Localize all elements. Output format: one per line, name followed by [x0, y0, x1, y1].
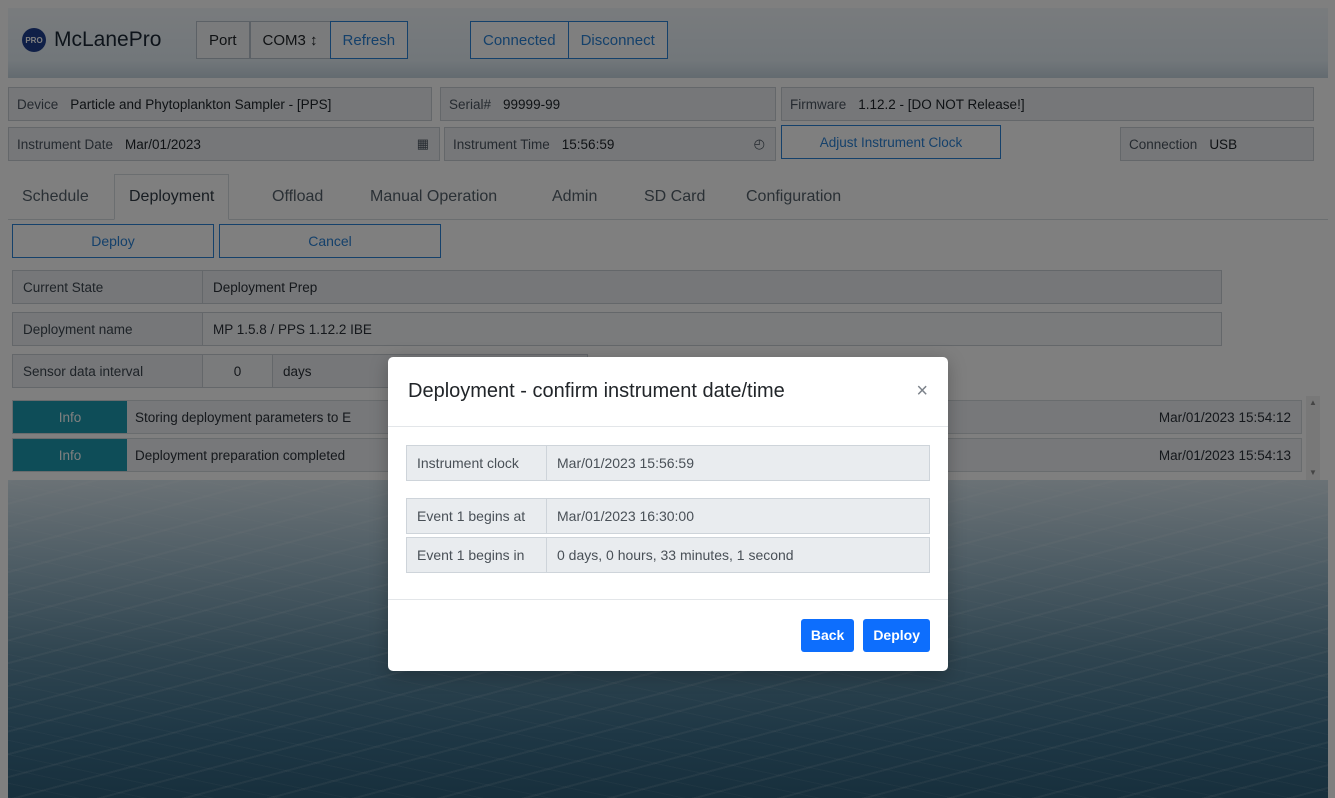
dialog-title: Deployment - confirm instrument date/tim… — [408, 380, 785, 402]
event-begins-in-value: 0 days, 0 hours, 33 minutes, 1 second — [557, 547, 794, 563]
event-begins-in-row: Event 1 begins in 0 days, 0 hours, 33 mi… — [406, 537, 930, 573]
event-begins-in-label: Event 1 begins in — [407, 538, 547, 572]
instrument-clock-row: Instrument clock Mar/01/2023 15:56:59 — [406, 445, 930, 481]
instrument-clock-value: Mar/01/2023 15:56:59 — [557, 455, 694, 471]
dialog-footer: Back Deploy — [388, 600, 948, 670]
confirm-datetime-dialog: Deployment - confirm instrument date/tim… — [388, 357, 948, 671]
event-begins-at-label: Event 1 begins at — [407, 499, 547, 533]
event-begins-at-value: Mar/01/2023 16:30:00 — [557, 508, 694, 524]
dialog-body: Instrument clock Mar/01/2023 15:56:59 Ev… — [388, 427, 948, 600]
back-button[interactable]: Back — [800, 618, 855, 652]
instrument-clock-label: Instrument clock — [407, 446, 547, 480]
close-icon[interactable]: × — [916, 380, 928, 403]
event-begins-at-row: Event 1 begins at Mar/01/2023 16:30:00 — [406, 498, 930, 534]
dialog-header: Deployment - confirm instrument date/tim… — [388, 357, 948, 427]
deploy-confirm-button[interactable]: Deploy — [863, 618, 930, 652]
